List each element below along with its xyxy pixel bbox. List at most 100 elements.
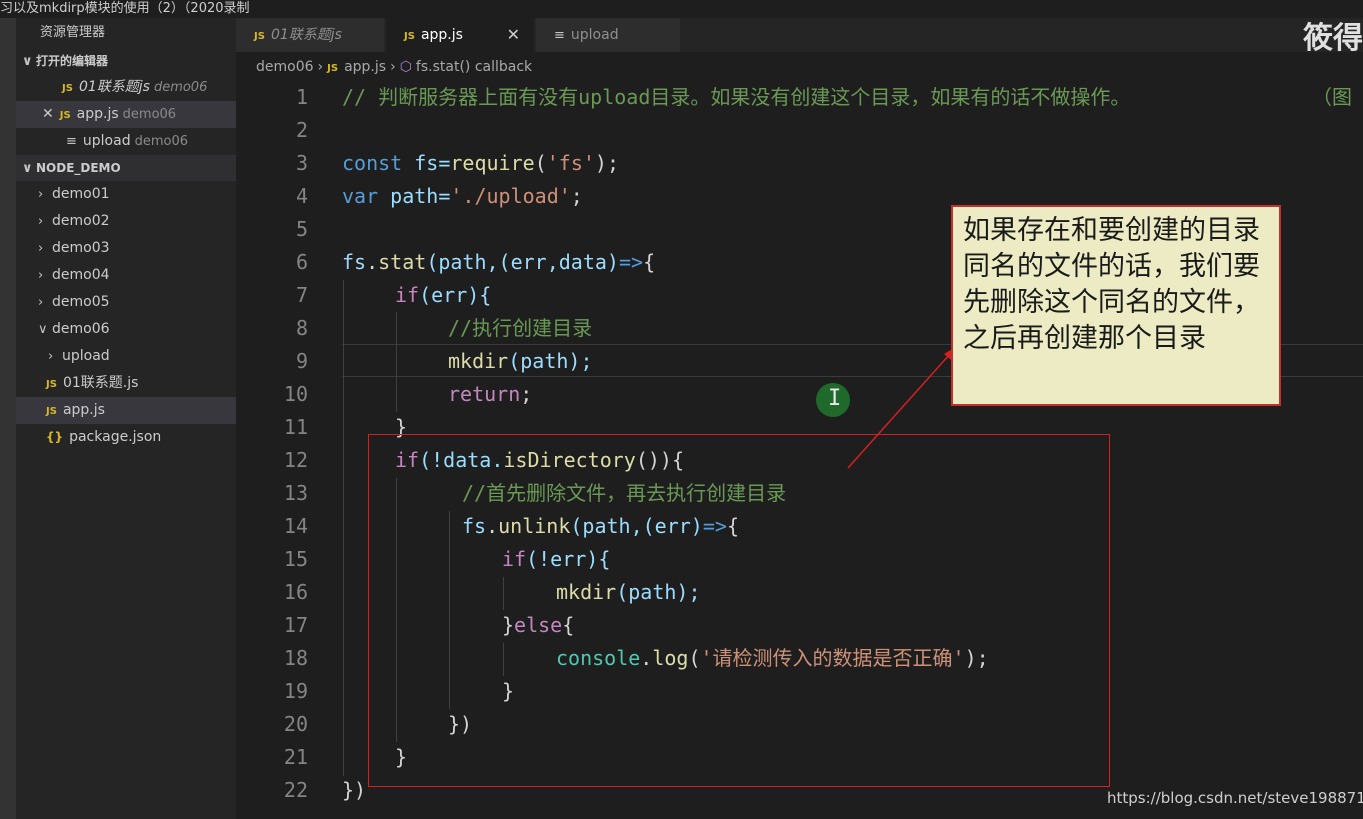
chevron-down-icon: ∨ [22, 54, 33, 69]
corner-watermark-text: 筱得 [1303, 21, 1363, 56]
line-number: 4 [295, 184, 308, 208]
line-number: 15 [283, 547, 308, 571]
open-editor-item[interactable]: ≡ upload demo06 [16, 128, 236, 155]
line-number: 6 [295, 250, 308, 274]
code-line[interactable]: var path='./upload'; [342, 180, 583, 213]
line-number: 2 [295, 118, 308, 142]
line-number: 22 [283, 778, 308, 802]
folder-label: demo04 [52, 267, 110, 283]
line-number: 20 [283, 712, 308, 736]
close-icon[interactable]: ✕ [42, 106, 54, 122]
folder-item[interactable]: › demo05 [16, 289, 236, 316]
code-line[interactable]: return; [448, 378, 532, 411]
js-file-icon: JS [254, 31, 265, 42]
code-token: ); [594, 151, 619, 175]
explorer-header: 资源管理器 [40, 25, 106, 40]
tab-upload[interactable]: ≡ upload [536, 18, 680, 52]
code-comment: （图 [1312, 85, 1352, 109]
file-label: app.js [62, 402, 105, 418]
code-token: return [448, 382, 521, 406]
code-line[interactable]: const fs=require('fs'); [342, 147, 619, 180]
code-token: './upload' [450, 184, 571, 208]
file-item[interactable]: JS app.js [16, 397, 236, 424]
line-number: 8 [295, 316, 308, 340]
chevron-right-icon: › [38, 295, 44, 310]
line-number: 1 [295, 85, 308, 109]
line-number: 12 [283, 448, 308, 472]
js-file-icon: JS [46, 406, 57, 417]
tab-label: 01联系题js [270, 27, 342, 43]
folder-item[interactable]: › demo03 [16, 235, 236, 262]
code-line[interactable]: if(err){ [395, 279, 491, 312]
line-number: 3 [295, 151, 308, 175]
breadcrumb: demo06 › JS app.js › ⬡ fs.stat() callback [256, 56, 532, 78]
code-token: path= [378, 184, 451, 208]
code-token: mkdir [448, 349, 509, 373]
close-icon[interactable]: ✕ [507, 18, 520, 52]
line-number: 19 [283, 679, 308, 703]
line-number: 16 [283, 580, 308, 604]
code-token: { [643, 250, 656, 274]
code-token: ( [534, 151, 547, 175]
open-editor-name: upload [82, 133, 131, 149]
js-file-icon: JS [327, 63, 339, 74]
code-token: fs= [402, 151, 451, 175]
breadcrumb-folder[interactable]: demo06 [256, 59, 314, 75]
line-number: 7 [295, 283, 308, 307]
explorer-sidebar: 资源管理器 ∨ 打开的编辑器 JS 01联系题js demo06 ✕ JS app.js d… [16, 18, 236, 819]
line-number: 17 [283, 613, 308, 637]
tab-label: app.js [420, 27, 463, 43]
code-line[interactable]: fs.stat(path,(err,data)=>{ [342, 246, 655, 279]
tab-01-lianxiti[interactable]: JS 01联系题js [236, 18, 384, 52]
line-number: 13 [283, 481, 308, 505]
code-token: require [450, 151, 535, 175]
line-number: 21 [283, 745, 308, 769]
activity-bar [0, 18, 16, 819]
open-editor-desc: demo06 [134, 134, 189, 149]
tab-app-js[interactable]: JS app.js ✕ [386, 18, 534, 52]
text-file-icon: ≡ [554, 28, 565, 43]
code-comment: //执行创建目录 [448, 316, 593, 340]
folder-item[interactable]: › demo02 [16, 208, 236, 235]
folder-item[interactable]: ∨ demo06 [16, 316, 236, 343]
indent-guide [396, 312, 397, 412]
line-number: 9 [295, 349, 308, 373]
js-file-icon: JS [62, 83, 73, 94]
code-token: ; [570, 184, 583, 208]
code-line[interactable]: }) [342, 774, 366, 807]
folder-label: demo06 [52, 321, 110, 337]
line-number: 10 [283, 382, 308, 406]
tab-bar: JS 01联系题js JS app.js ✕ ≡ upload [236, 18, 1363, 52]
breadcrumb-symbol[interactable]: fs.stat() callback [416, 59, 532, 75]
line-number: 11 [283, 415, 308, 439]
arrow-line [847, 353, 951, 469]
folder-label: demo02 [52, 213, 110, 229]
open-editor-item[interactable]: JS 01联系题js demo06 [16, 74, 236, 101]
chevron-down-icon: ∨ [22, 161, 33, 176]
indent-guide [343, 280, 344, 776]
json-file-icon: {} [46, 430, 64, 444]
code-token: }) [342, 778, 367, 802]
project-section[interactable]: ∨ NODE_DEMO [16, 155, 236, 181]
line-number: 18 [283, 646, 308, 670]
folder-item[interactable]: › demo04 [16, 262, 236, 289]
open-editor-item[interactable]: ✕ JS app.js demo06 [16, 101, 236, 128]
annotation-highlight-box [368, 434, 1110, 787]
code-line[interactable]: // 判断服务器上面有没有upload目录。如果没有创建这个目录，如果有的话不做… [342, 81, 1363, 114]
js-file-icon: JS [46, 379, 57, 390]
line-number: 5 [295, 217, 308, 241]
file-item[interactable]: JS 01联系题.js [16, 370, 236, 397]
folder-item[interactable]: › upload [16, 343, 236, 370]
code-token: var [342, 184, 379, 208]
chevron-right-icon: › [48, 349, 54, 364]
chevron-right-icon: › [390, 59, 396, 75]
annotation-note: 如果存在和要创建的目录 同名的文件的话，我们要先删除这个同名的文件，之后再创建那… [951, 205, 1281, 406]
code-token: ; [520, 382, 533, 406]
folder-item[interactable]: › demo01 [16, 181, 236, 208]
file-item[interactable]: {} package.json [16, 424, 236, 451]
chevron-down-icon: ∨ [38, 322, 48, 337]
open-editors-section[interactable]: ∨ 打开的编辑器 [16, 48, 236, 74]
code-line[interactable]: //执行创建目录 [448, 312, 592, 345]
breadcrumb-file[interactable]: app.js [344, 59, 386, 75]
code-line[interactable]: mkdir(path); [448, 345, 593, 378]
